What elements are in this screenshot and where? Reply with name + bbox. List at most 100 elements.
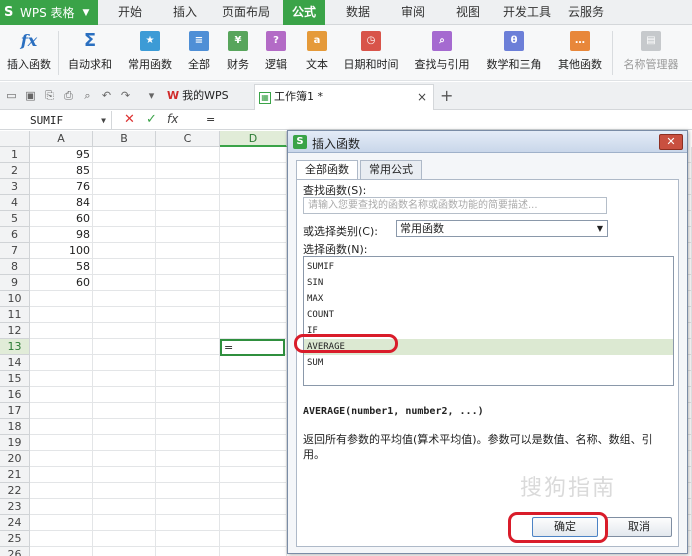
grid-cell[interactable] bbox=[156, 387, 220, 403]
tab-workbook[interactable]: ▦ 工作簿1 * × bbox=[254, 84, 434, 110]
row-header[interactable]: 25 bbox=[0, 531, 30, 547]
customize-icon[interactable]: ▾ bbox=[145, 89, 158, 102]
row-header[interactable]: 13 bbox=[0, 339, 30, 355]
grid-cell[interactable] bbox=[30, 307, 93, 323]
row-header[interactable]: 3 bbox=[0, 179, 30, 195]
grid-cell[interactable] bbox=[156, 147, 220, 163]
grid-cell[interactable] bbox=[220, 483, 287, 499]
row-header[interactable]: 5 bbox=[0, 211, 30, 227]
tab-data[interactable]: 数据 bbox=[338, 0, 378, 25]
grid-cell[interactable]: 76 bbox=[30, 179, 93, 195]
row-header[interactable]: 8 bbox=[0, 259, 30, 275]
row-header[interactable]: 14 bbox=[0, 355, 30, 371]
function-item[interactable]: COUNT bbox=[304, 307, 673, 323]
grid-cell[interactable] bbox=[156, 547, 220, 556]
row-header[interactable]: 12 bbox=[0, 323, 30, 339]
lookup-functions-button[interactable]: ⌕ 查找与引用 bbox=[414, 25, 470, 81]
grid-cell[interactable] bbox=[156, 467, 220, 483]
grid-cell[interactable] bbox=[93, 547, 156, 556]
grid-cell[interactable] bbox=[30, 435, 93, 451]
grid-cell[interactable] bbox=[93, 339, 156, 355]
row-header[interactable]: 2 bbox=[0, 163, 30, 179]
grid-cell[interactable] bbox=[93, 387, 156, 403]
grid-cell[interactable] bbox=[93, 243, 156, 259]
math-functions-button[interactable]: θ 数学和三角 bbox=[486, 25, 542, 81]
grid-cell[interactable] bbox=[93, 307, 156, 323]
grid-cell[interactable] bbox=[156, 275, 220, 291]
grid-cell[interactable] bbox=[93, 211, 156, 227]
grid-cell[interactable]: 98 bbox=[30, 227, 93, 243]
grid-cell[interactable] bbox=[156, 323, 220, 339]
grid-cell[interactable] bbox=[93, 499, 156, 515]
row-header[interactable]: 23 bbox=[0, 499, 30, 515]
grid-cell[interactable] bbox=[93, 227, 156, 243]
grid-cell[interactable] bbox=[220, 147, 287, 163]
grid-cell[interactable] bbox=[156, 403, 220, 419]
grid-cell[interactable] bbox=[93, 355, 156, 371]
grid-cell[interactable] bbox=[156, 483, 220, 499]
row-header[interactable]: 26 bbox=[0, 547, 30, 556]
grid-cell[interactable] bbox=[30, 531, 93, 547]
redo-icon[interactable]: ↷ bbox=[119, 89, 132, 102]
grid-cell[interactable] bbox=[220, 515, 287, 531]
grid-cell[interactable] bbox=[156, 195, 220, 211]
grid-cell[interactable]: 100 bbox=[30, 243, 93, 259]
row-header[interactable]: 21 bbox=[0, 467, 30, 483]
grid-cell[interactable] bbox=[220, 179, 287, 195]
grid-cell[interactable] bbox=[30, 371, 93, 387]
function-item-selected[interactable]: AVERAGE bbox=[304, 339, 673, 355]
grid-cell[interactable] bbox=[93, 179, 156, 195]
grid-cell[interactable] bbox=[220, 323, 287, 339]
formula-input[interactable]: = bbox=[206, 113, 215, 126]
column-header[interactable]: C bbox=[156, 131, 220, 147]
datetime-functions-button[interactable]: ◷ 日期和时间 bbox=[343, 25, 399, 81]
grid-cell[interactable] bbox=[220, 467, 287, 483]
grid-cell[interactable] bbox=[93, 147, 156, 163]
row-header[interactable]: 11 bbox=[0, 307, 30, 323]
tab-formulas[interactable]: 公式 bbox=[283, 0, 325, 25]
print-preview-icon[interactable]: ⌕ bbox=[81, 89, 94, 102]
cancel-formula-icon[interactable]: ✕ bbox=[124, 112, 135, 127]
grid-cell[interactable] bbox=[220, 163, 287, 179]
grid-cell[interactable] bbox=[93, 531, 156, 547]
grid-cell[interactable] bbox=[30, 451, 93, 467]
grid-cell[interactable] bbox=[30, 515, 93, 531]
grid-cell[interactable] bbox=[220, 275, 287, 291]
grid-cell[interactable] bbox=[156, 179, 220, 195]
grid-cell[interactable] bbox=[220, 307, 287, 323]
row-header[interactable]: 15 bbox=[0, 371, 30, 387]
dialog-title-bar[interactable]: S 插入函数 ✕ bbox=[288, 131, 687, 153]
grid-cell[interactable] bbox=[156, 515, 220, 531]
grid-cell[interactable] bbox=[220, 355, 287, 371]
grid-cell[interactable] bbox=[30, 355, 93, 371]
function-search-input[interactable]: 请输入您要查找的函数名称或函数功能的简要描述... bbox=[303, 197, 607, 214]
grid-cell[interactable] bbox=[220, 387, 287, 403]
grid-cell[interactable]: 60 bbox=[30, 211, 93, 227]
grid-cell[interactable] bbox=[220, 371, 287, 387]
grid-cell[interactable] bbox=[220, 547, 287, 556]
grid-cell[interactable] bbox=[93, 467, 156, 483]
name-manager-button[interactable]: ▤ 名称管理器 bbox=[624, 25, 679, 81]
select-all-corner[interactable] bbox=[0, 131, 30, 147]
tab-home[interactable]: 开始 bbox=[110, 0, 150, 25]
grid-cell[interactable] bbox=[93, 291, 156, 307]
app-menu-button[interactable]: S WPS 表格 ▼ bbox=[0, 0, 98, 25]
open-icon[interactable]: ▭ bbox=[5, 89, 18, 102]
row-header[interactable]: 16 bbox=[0, 387, 30, 403]
function-item[interactable]: SIN bbox=[304, 275, 673, 291]
tab-insert[interactable]: 插入 bbox=[165, 0, 205, 25]
grid-cell[interactable] bbox=[93, 371, 156, 387]
grid-cell[interactable] bbox=[156, 499, 220, 515]
grid-cell[interactable] bbox=[156, 419, 220, 435]
new-tab-icon[interactable]: + bbox=[440, 86, 453, 105]
insert-function-button[interactable]: fx 插入函数 bbox=[6, 25, 52, 81]
grid-cell[interactable] bbox=[220, 451, 287, 467]
grid-cell[interactable]: 85 bbox=[30, 163, 93, 179]
function-item[interactable]: SUM bbox=[304, 355, 673, 371]
column-header[interactable]: B bbox=[93, 131, 156, 147]
grid-cell[interactable] bbox=[156, 339, 220, 355]
undo-icon[interactable]: ↶ bbox=[100, 89, 113, 102]
close-icon[interactable]: × bbox=[417, 85, 427, 109]
export-icon[interactable]: ⎘ bbox=[43, 89, 56, 102]
grid-cell[interactable] bbox=[156, 355, 220, 371]
